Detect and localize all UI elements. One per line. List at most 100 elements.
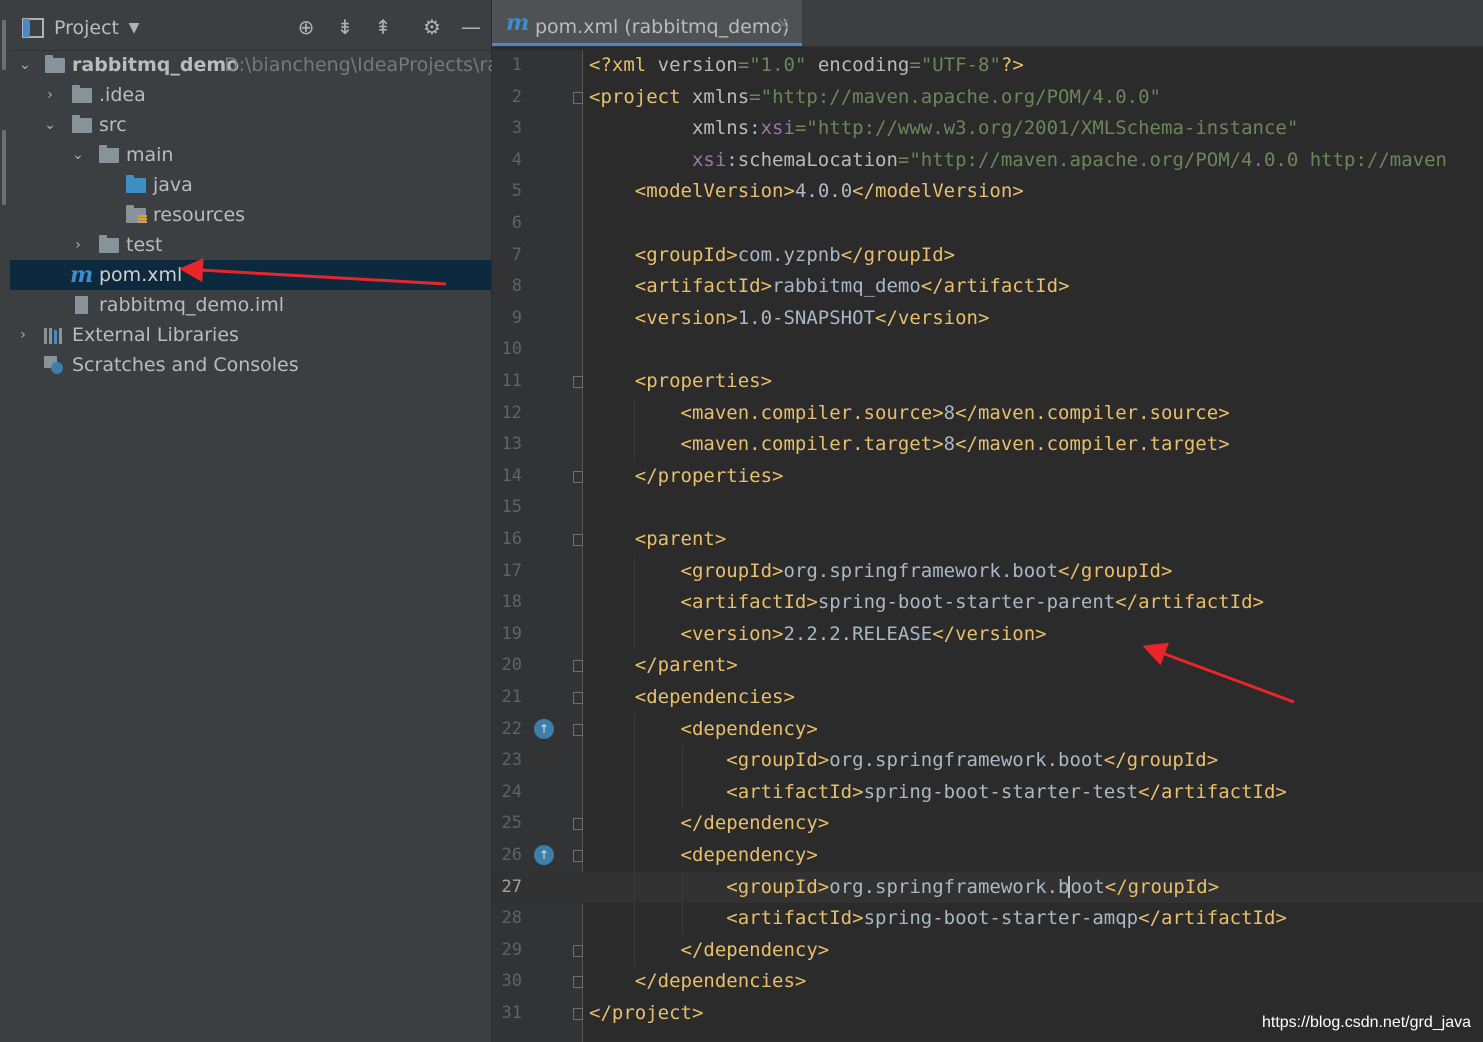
code-line[interactable]: 27 <groupId>org.springframework.boot</gr…	[492, 871, 1483, 904]
code-line[interactable]: 16 <parent>	[492, 524, 1483, 556]
code-line[interactable]: 30 </dependencies>	[492, 966, 1483, 998]
fold-marker-icon[interactable]	[573, 818, 583, 831]
code-text: <modelVersion>4.0.0</modelVersion>	[634, 180, 1024, 203]
tree-item-label: java	[153, 174, 193, 196]
code-line[interactable]: 12 <maven.compiler.source>8</maven.compi…	[492, 398, 1483, 430]
code-line[interactable]: 29 </dependency>	[492, 935, 1483, 967]
code-text: <groupId>org.springframework.boot</group…	[726, 875, 1220, 899]
code-text: <artifactId>spring-boot-starter-parent</…	[680, 591, 1264, 614]
fold-marker-icon[interactable]	[573, 534, 583, 546]
code-line[interactable]: 9 <version>1.0-SNAPSHOT</version>	[492, 303, 1483, 335]
code-line[interactable]: 18 <artifactId>spring-boot-starter-paren…	[492, 587, 1483, 619]
code-line[interactable]: 10	[492, 334, 1483, 366]
fold-marker-icon[interactable]	[573, 660, 583, 673]
tree-item-scratches[interactable]: Scratches and Consoles	[10, 350, 491, 380]
line-number: 2	[511, 86, 522, 107]
tree-item-rabbitmq-demo[interactable]: ⌄ rabbitmq_demo D:\biancheng\IdeaProject…	[10, 50, 511, 80]
code-line[interactable]: 2 <project xmlns="http://maven.apache.org…	[492, 82, 1483, 114]
code-line[interactable]: 3 xmlns:xsi="http://www.w3.org/2001/XMLS…	[492, 113, 1483, 145]
fold-marker-icon[interactable]	[573, 376, 583, 388]
tree-item-pom-xml[interactable]: m pom.xml	[10, 260, 491, 290]
collapse-all-icon[interactable]: ⇞	[372, 16, 394, 38]
chevron-down-icon[interactable]: ▼	[123, 17, 145, 39]
maven-dependency-icon[interactable]: ↑	[534, 718, 554, 739]
code-line[interactable]: 21 <dependencies>	[492, 682, 1483, 714]
line-number: 18	[501, 592, 522, 613]
chevron-down-icon[interactable]: ⌄	[43, 110, 57, 140]
code-line[interactable]: 23 <groupId>org.springframework.boot</gr…	[492, 745, 1483, 777]
tab-label: pom.xml (rabbitmq_demo)	[535, 16, 790, 38]
tab-pom-xml[interactable]: m pom.xml (rabbitmq_demo) ✕	[492, 0, 802, 46]
chevron-down-icon[interactable]: ⌄	[71, 140, 85, 170]
tree-item-test[interactable]: › test	[10, 230, 491, 260]
code-text: </properties>	[634, 464, 784, 487]
project-tool-tab[interactable]	[2, 20, 6, 70]
fold-marker-icon[interactable]	[573, 91, 583, 104]
editor-tab-bar: m pom.xml (rabbitmq_demo) ✕	[492, 0, 1483, 47]
fold-marker-icon[interactable]	[573, 470, 583, 483]
commit-tool-tab[interactable]	[2, 130, 6, 205]
fold-marker-icon[interactable]	[573, 850, 583, 862]
code-line[interactable]: 26 <dependency> ↑	[492, 840, 1483, 872]
code-line[interactable]: 15	[492, 492, 1483, 524]
tree-item-idea[interactable]: › .idea	[10, 80, 491, 110]
maven-dependency-icon[interactable]: ↑	[534, 845, 554, 865]
code-line[interactable]: 6	[492, 208, 1483, 240]
code-line[interactable]: 7 <groupId>com.yzpnb</groupId>	[492, 240, 1483, 272]
code-line[interactable]: 8 <artifactId>rabbitmq_demo</artifactId>	[492, 271, 1483, 303]
resources-marker-icon	[138, 215, 147, 224]
project-panel-title[interactable]: Project	[54, 17, 119, 39]
line-number: 26	[501, 845, 522, 865]
expand-all-icon[interactable]: ⇟	[334, 16, 356, 38]
code-line[interactable]: 4 xsi:schemaLocation="http://maven.apach…	[492, 145, 1483, 177]
code-line[interactable]: 22 <dependency> ↑	[492, 714, 1483, 746]
chevron-right-icon[interactable]: ›	[43, 80, 57, 110]
line-number: 5	[511, 181, 522, 202]
tree-item-label: test	[126, 234, 163, 256]
minimize-icon[interactable]: —	[460, 16, 482, 38]
tree-item-label: rabbitmq_demo	[72, 54, 240, 76]
code-text: <project xmlns="http://maven.apache.org/…	[589, 85, 1161, 108]
code-text: <maven.compiler.source>8</maven.compiler…	[680, 401, 1230, 424]
tree-item-resources[interactable]: resources	[10, 200, 491, 230]
code-line[interactable]: 14 </properties>	[492, 461, 1483, 493]
fold-marker-icon[interactable]	[573, 976, 583, 989]
code-line[interactable]: 28 <artifactId>spring-boot-starter-amqp<…	[492, 903, 1483, 935]
locate-icon[interactable]: ⊕	[295, 16, 317, 38]
fold-marker-icon[interactable]	[573, 1008, 583, 1020]
tree-item-iml[interactable]: rabbitmq_demo.iml	[10, 290, 491, 320]
code-text: <parent>	[634, 528, 727, 550]
gear-icon[interactable]: ⚙	[421, 16, 443, 38]
code-line[interactable]: 13 <maven.compiler.target>8</maven.compi…	[492, 429, 1483, 461]
project-path: D:\biancheng\IdeaProjects\rab	[224, 54, 511, 76]
tree-item-external-libraries[interactable]: › External Libraries	[10, 320, 491, 350]
tree-item-src[interactable]: ⌄ src	[10, 110, 491, 140]
line-number: 4	[511, 149, 522, 170]
code-line[interactable]: 11 <properties>	[492, 366, 1483, 398]
line-number: 15	[501, 497, 522, 518]
code-line[interactable]: 24 <artifactId>spring-boot-starter-test<…	[492, 777, 1483, 809]
code-line[interactable]: 17 <groupId>org.springframework.boot</gr…	[492, 556, 1483, 588]
fold-marker-icon[interactable]	[573, 692, 583, 704]
code-text: <artifactId>spring-boot-starter-test</ar…	[726, 780, 1287, 803]
tree-item-java[interactable]: java	[10, 170, 491, 200]
close-icon[interactable]: ✕	[776, 15, 790, 35]
code-text: <?xml version="1.0" encoding="UTF-8"?>	[589, 54, 1024, 76]
fold-marker-icon[interactable]	[573, 944, 583, 957]
tree-item-main[interactable]: ⌄ main	[10, 140, 491, 170]
chevron-right-icon[interactable]: ›	[71, 230, 85, 260]
indent-guide	[682, 871, 683, 935]
line-number: 23	[501, 750, 522, 771]
code-line[interactable]: 1 <?xml version="1.0" encoding="UTF-8"?>	[492, 50, 1483, 82]
code-line[interactable]: 5 <modelVersion>4.0.0</modelVersion>	[492, 176, 1483, 208]
code-line[interactable]: 19 <version>2.2.2.RELEASE</version>	[492, 619, 1483, 651]
code-line[interactable]: 25 </dependency>	[492, 808, 1483, 840]
code-line[interactable]: 20 </parent>	[492, 650, 1483, 682]
chevron-down-icon[interactable]: ⌄	[18, 50, 32, 80]
chevron-right-icon[interactable]: ›	[16, 320, 30, 350]
fold-marker-icon[interactable]	[573, 723, 583, 736]
tree-item-label: rabbitmq_demo.iml	[99, 294, 285, 316]
line-number: 8	[511, 276, 522, 297]
line-number: 9	[511, 307, 522, 328]
line-number: 27	[501, 876, 522, 897]
